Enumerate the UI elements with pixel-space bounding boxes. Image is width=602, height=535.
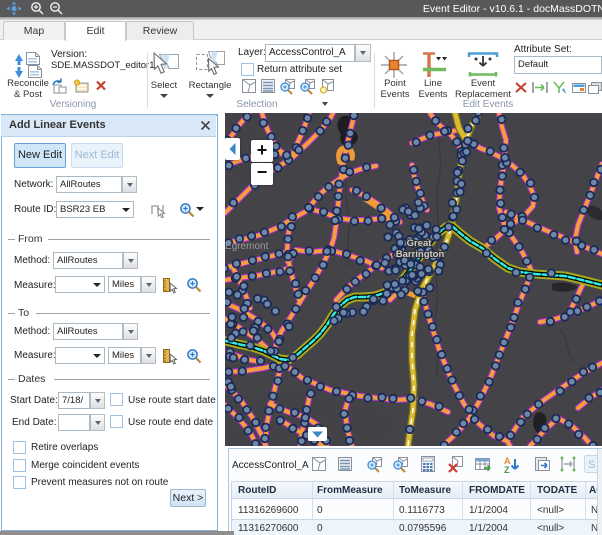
svg-text:S: S — [588, 459, 595, 471]
svg-text:Egremont: Egremont — [225, 241, 269, 252]
svg-text:Great: Great — [407, 238, 433, 249]
svg-text:Barrington: Barrington — [396, 249, 445, 260]
svg-text:Z: Z — [504, 465, 510, 475]
